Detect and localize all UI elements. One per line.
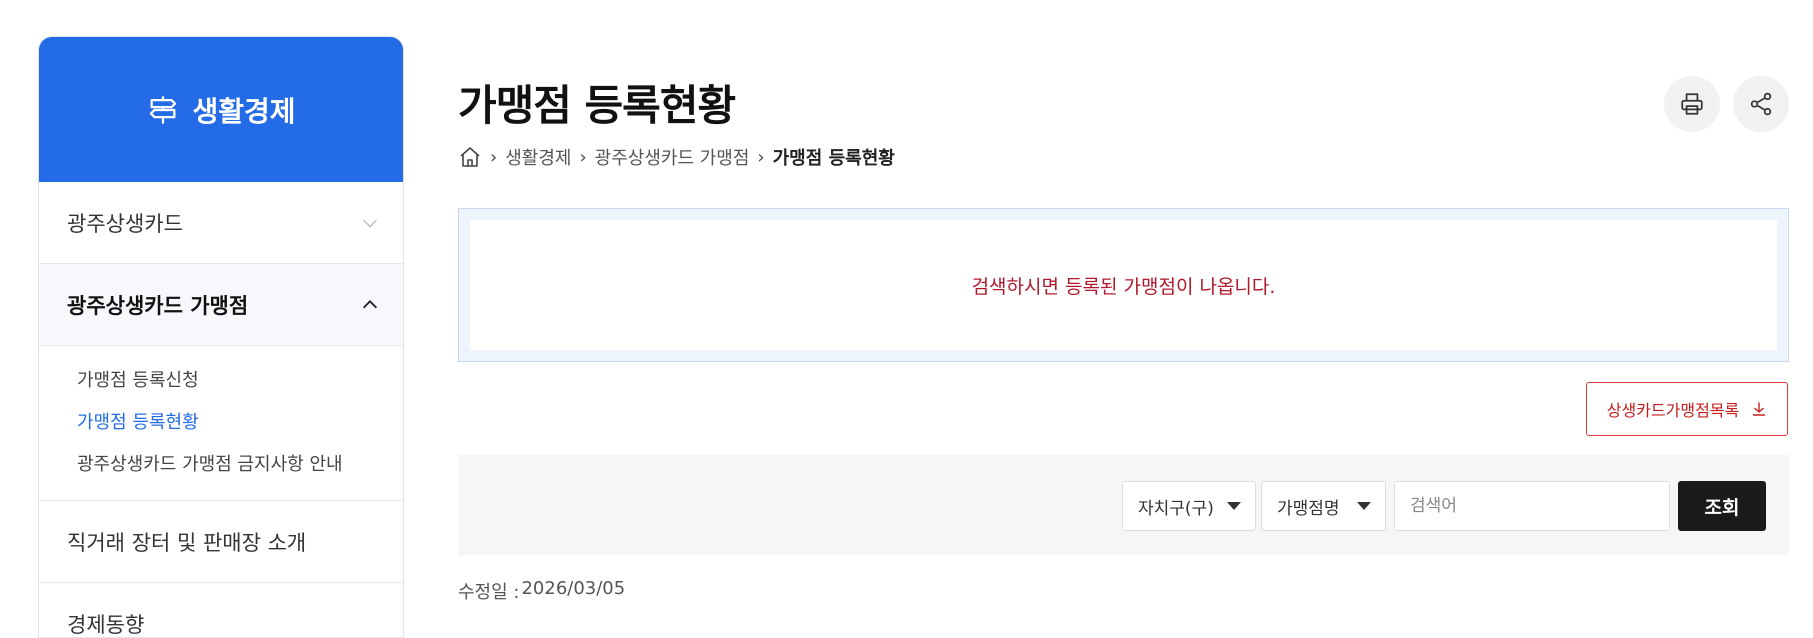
caret-down-icon <box>1357 502 1371 510</box>
share-button[interactable] <box>1733 76 1789 132</box>
modified-value: 2026/03/05 <box>521 578 625 604</box>
sidebar-item-label: 경제동향 <box>67 609 144 638</box>
chevron-up-icon <box>359 294 381 316</box>
sidebar-header: 생활경제 <box>39 37 403 182</box>
sidebar-submenu: 가맹점 등록신청 가맹점 등록현황 광주상생카드 가맹점 금지사항 안내 <box>39 346 403 501</box>
download-icon <box>1751 401 1767 417</box>
sidebar-item-sangsaeng-card-merchant[interactable]: 광주상생카드 가맹점 <box>39 264 403 346</box>
print-icon <box>1679 91 1705 117</box>
sidebar-item-label: 직거래 장터 및 판매장 소개 <box>67 527 306 557</box>
search-field-select[interactable]: 가맹점명 <box>1261 481 1386 531</box>
chevron-right-icon: › <box>757 147 764 168</box>
search-button[interactable]: 조회 <box>1678 481 1766 531</box>
chevron-down-icon <box>359 212 381 234</box>
share-icon <box>1748 91 1774 117</box>
chevron-right-icon: › <box>579 147 586 168</box>
modified-label: 수정일 : <box>458 578 519 604</box>
caret-down-icon <box>1227 502 1241 510</box>
breadcrumb-home[interactable] <box>458 145 482 169</box>
breadcrumb-item[interactable]: 광주상생카드 가맹점 <box>595 144 750 170</box>
home-icon <box>458 145 482 169</box>
chevron-right-icon: › <box>490 147 497 168</box>
download-merchant-list-button[interactable]: 상생카드가맹점목록 <box>1586 382 1788 436</box>
search-bar: 자치구(구) 가맹점명 조회 <box>458 455 1789 555</box>
district-select-value: 자치구(구) <box>1138 494 1214 519</box>
search-input[interactable] <box>1394 481 1670 531</box>
submenu-item-registration-apply[interactable]: 가맹점 등록신청 <box>77 360 403 402</box>
download-label: 상생카드가맹점목록 <box>1607 397 1739 421</box>
sidebar-item-label: 광주상생카드 가맹점 <box>67 290 248 320</box>
page-title: 가맹점 등록현황 <box>458 72 735 133</box>
sidebar-item-economic-trends[interactable]: 경제동향 <box>39 583 403 638</box>
sidebar-title: 생활경제 <box>192 90 295 130</box>
sidebar-item-sangsaeng-card[interactable]: 광주상생카드 <box>39 182 403 264</box>
modified-date: 수정일 : 2026/03/05 <box>458 578 625 604</box>
submenu-item-prohibited-notice[interactable]: 광주상생카드 가맹점 금지사항 안내 <box>77 444 403 486</box>
breadcrumb: › 생활경제 › 광주상생카드 가맹점 › 가맹점 등록현황 <box>458 143 895 171</box>
notice-box: 검색하시면 등록된 가맹점이 나옵니다. <box>458 208 1789 362</box>
sidebar-item-direct-market[interactable]: 직거래 장터 및 판매장 소개 <box>39 501 403 583</box>
search-field-select-value: 가맹점명 <box>1277 494 1340 519</box>
sidebar: 생활경제 광주상생카드 광주상생카드 가맹점 가맹점 등록신청 가맹점 등록현황… <box>38 36 404 638</box>
submenu-item-registration-status[interactable]: 가맹점 등록현황 <box>77 402 403 444</box>
print-button[interactable] <box>1664 76 1720 132</box>
district-select[interactable]: 자치구(구) <box>1122 481 1256 531</box>
breadcrumb-current: 가맹점 등록현황 <box>773 144 895 170</box>
sidebar-item-label: 광주상생카드 <box>67 208 183 238</box>
breadcrumb-item[interactable]: 생활경제 <box>505 144 571 170</box>
notice-text: 검색하시면 등록된 가맹점이 나옵니다. <box>470 220 1777 350</box>
signpost-icon <box>146 93 180 127</box>
